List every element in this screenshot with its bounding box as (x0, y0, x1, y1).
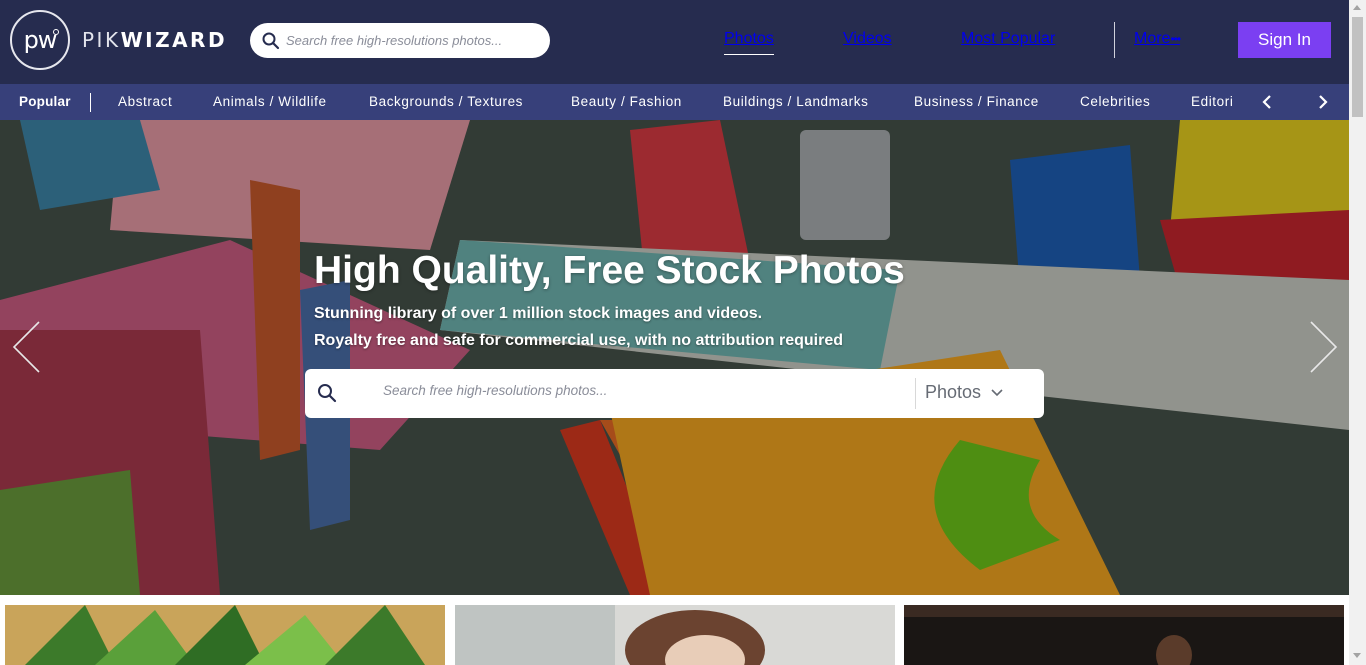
hero-search-bar: Photos (305, 369, 1044, 418)
photo-thumbnail[interactable] (904, 605, 1344, 665)
category-item[interactable]: Animals / Wildlife (213, 94, 327, 109)
photo-thumbnail[interactable] (455, 605, 895, 665)
more-dots-icon: ••• (1170, 32, 1181, 46)
chevron-left-icon[interactable] (1259, 93, 1277, 111)
slide-prev-icon[interactable] (12, 320, 42, 374)
chevron-down-icon (991, 388, 1003, 396)
scroll-down-icon[interactable] (1353, 653, 1361, 658)
search-divider (915, 378, 916, 409)
slide-next-icon[interactable] (1308, 320, 1338, 374)
category-divider (90, 93, 91, 112)
logo[interactable]: pw PIKWIZARD (10, 10, 227, 70)
nav-videos[interactable]: Videos (843, 30, 892, 48)
scroll-up-icon[interactable] (1353, 5, 1361, 10)
category-item[interactable]: Backgrounds / Textures (369, 94, 523, 109)
nav-more[interactable]: More ••• (1134, 30, 1181, 48)
category-bar: Popular Abstract Animals / Wildlife Back… (0, 84, 1349, 120)
sign-in-button[interactable]: Sign In (1238, 22, 1331, 58)
category-item-clipped[interactable]: Editorial (1186, 84, 1232, 120)
search-icon (262, 32, 280, 49)
site-header: pw PIKWIZARD Photos Videos Most Popular … (0, 0, 1349, 84)
nav-more-label: More (1134, 30, 1171, 47)
category-popular[interactable]: Popular (19, 94, 71, 109)
hero-subtitle-1: Stunning library of over 1 million stock… (314, 305, 763, 322)
search-type-value: Photos (925, 382, 982, 402)
logo-mark: pw (10, 10, 70, 70)
nav-photos[interactable]: Photos (724, 30, 774, 55)
page-scrollbar[interactable] (1349, 0, 1366, 665)
nav-most-popular[interactable]: Most Popular (961, 30, 1055, 48)
header-search (250, 23, 550, 58)
category-item[interactable]: Business / Finance (914, 94, 1039, 109)
hero-subtitle-2: Royalty free and safe for commercial use… (314, 332, 843, 349)
category-item[interactable]: Abstract (118, 94, 172, 109)
category-item[interactable]: Beauty / Fashion (571, 94, 682, 109)
search-type-dropdown[interactable]: Photos (925, 382, 1003, 403)
search-icon (318, 384, 337, 403)
header-search-input[interactable] (286, 33, 536, 48)
category-item-label: Editorial (1191, 94, 1232, 109)
category-item[interactable]: Celebrities (1080, 94, 1150, 109)
photo-thumbnail[interactable] (5, 605, 445, 665)
hero-title: High Quality, Free Stock Photos (314, 249, 905, 292)
hero-search-input[interactable] (383, 383, 903, 398)
logo-wordmark: PIKWIZARD (82, 28, 228, 52)
hero-banner: High Quality, Free Stock Photos Stunning… (0, 120, 1349, 595)
hero-background-image (0, 120, 1349, 595)
category-item[interactable]: Buildings / Landmarks (723, 94, 868, 109)
chevron-right-icon[interactable] (1313, 93, 1331, 111)
nav-divider (1114, 22, 1115, 58)
scroll-thumb[interactable] (1352, 17, 1363, 117)
